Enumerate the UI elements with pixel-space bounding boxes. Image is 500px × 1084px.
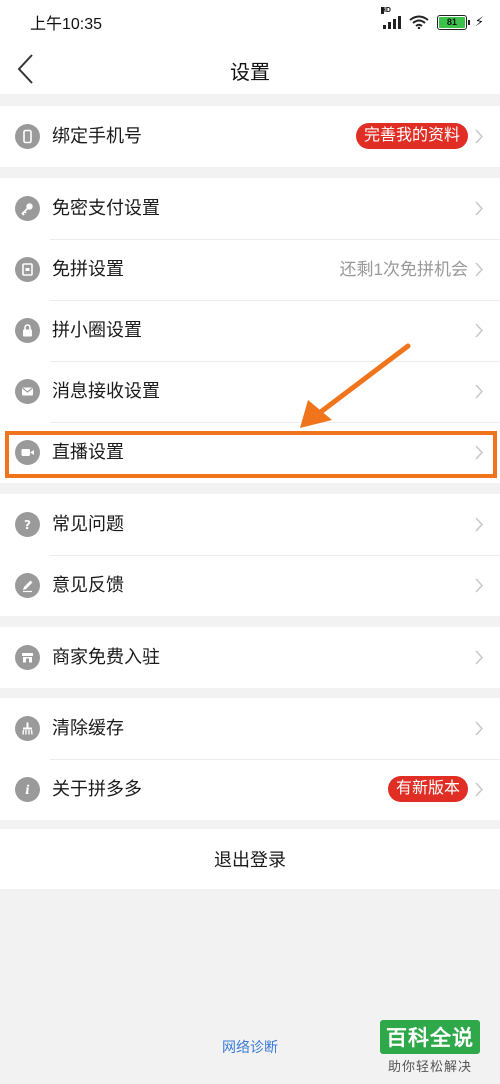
new-version-badge: 有新版本 xyxy=(387,776,468,802)
row-label: 清除缓存 xyxy=(52,718,124,738)
settings-group-preferences: 免密支付设置 免拼设置 还剩1次免拼机会 拼小圈设置 消息接收设置 直播设置 xyxy=(0,178,500,483)
chevron-right-icon xyxy=(475,384,484,399)
wifi-icon xyxy=(409,15,429,29)
mail-icon xyxy=(15,379,40,404)
row-message-settings[interactable]: 消息接收设置 xyxy=(0,361,500,422)
svg-text:?: ? xyxy=(24,518,31,532)
chevron-right-icon xyxy=(475,201,484,216)
cellular-signal-icon: HD xyxy=(380,7,401,29)
watermark-title: 百科全说 xyxy=(380,1020,480,1054)
row-label: 常见问题 xyxy=(52,514,124,534)
lock-icon xyxy=(15,318,40,343)
battery-icon: 81 xyxy=(436,14,470,30)
status-bar: 上午10:35 HD 81 ⚡ xyxy=(0,0,500,44)
row-label: 消息接收设置 xyxy=(52,381,160,401)
settings-group-account: 绑定手机号 完善我的资料 xyxy=(0,106,500,167)
chevron-right-icon xyxy=(475,323,484,338)
chevron-right-icon xyxy=(475,517,484,532)
network-type-label: HD xyxy=(380,7,391,14)
chevron-right-icon xyxy=(475,445,484,460)
chevron-right-icon xyxy=(475,782,484,797)
row-live-settings[interactable]: 直播设置 xyxy=(0,422,500,483)
row-bind-phone[interactable]: 绑定手机号 完善我的资料 xyxy=(0,106,500,167)
watermark-logo: 百科全说 助你轻松解决 xyxy=(370,1020,490,1076)
row-faq[interactable]: ? 常见问题 xyxy=(0,494,500,555)
chevron-right-icon xyxy=(475,262,484,277)
row-merchant-join[interactable]: 商家免费入驻 xyxy=(0,627,500,688)
row-circle-settings[interactable]: 拼小圈设置 xyxy=(0,300,500,361)
video-camera-icon xyxy=(15,440,40,465)
row-label: 关于拼多多 xyxy=(52,779,142,799)
settings-group-merchant: 商家免费入驻 xyxy=(0,627,500,688)
status-time: 上午10:35 xyxy=(30,16,103,33)
chevron-right-icon xyxy=(475,578,484,593)
pencil-icon xyxy=(15,573,40,598)
page-title: 设置 xyxy=(230,62,270,84)
row-clear-cache[interactable]: 清除缓存 xyxy=(0,698,500,759)
row-label: 直播设置 xyxy=(52,442,124,462)
status-icons: HD 81 ⚡ xyxy=(380,7,484,30)
complete-profile-badge: 完善我的资料 xyxy=(355,123,468,149)
settings-group-support: ? 常见问题 意见反馈 xyxy=(0,494,500,616)
row-password-free-payment[interactable]: 免密支付设置 xyxy=(0,178,500,239)
info-icon: i xyxy=(15,777,40,802)
row-label: 意见反馈 xyxy=(52,575,124,595)
broom-icon xyxy=(15,716,40,741)
row-label: 拼小圈设置 xyxy=(52,320,142,340)
row-label: 免密支付设置 xyxy=(52,198,160,218)
settings-group-app: 清除缓存 i 关于拼多多 有新版本 xyxy=(0,698,500,820)
free-group-remaining: 还剩1次免拼机会 xyxy=(339,260,468,279)
row-feedback[interactable]: 意见反馈 xyxy=(0,555,500,616)
phone-icon xyxy=(15,124,40,149)
card-icon xyxy=(15,257,40,282)
row-label: 绑定手机号 xyxy=(52,126,142,146)
svg-text:i: i xyxy=(25,783,30,797)
nav-bar: 设置 xyxy=(0,44,500,94)
charging-icon: ⚡ xyxy=(474,14,484,29)
chevron-right-icon xyxy=(475,129,484,144)
watermark-subtitle: 助你轻松解决 xyxy=(387,1059,472,1074)
key-icon xyxy=(15,196,40,221)
chevron-right-icon xyxy=(475,721,484,736)
row-label: 商家免费入驻 xyxy=(52,647,160,667)
battery-level: 81 xyxy=(438,16,465,28)
question-icon: ? xyxy=(15,512,40,537)
chevron-right-icon xyxy=(475,650,484,665)
store-icon xyxy=(15,645,40,670)
row-label: 免拼设置 xyxy=(52,259,124,279)
row-about[interactable]: i 关于拼多多 有新版本 xyxy=(0,759,500,820)
row-group-free-settings[interactable]: 免拼设置 还剩1次免拼机会 xyxy=(0,239,500,300)
logout-button[interactable]: 退出登录 xyxy=(0,829,500,889)
